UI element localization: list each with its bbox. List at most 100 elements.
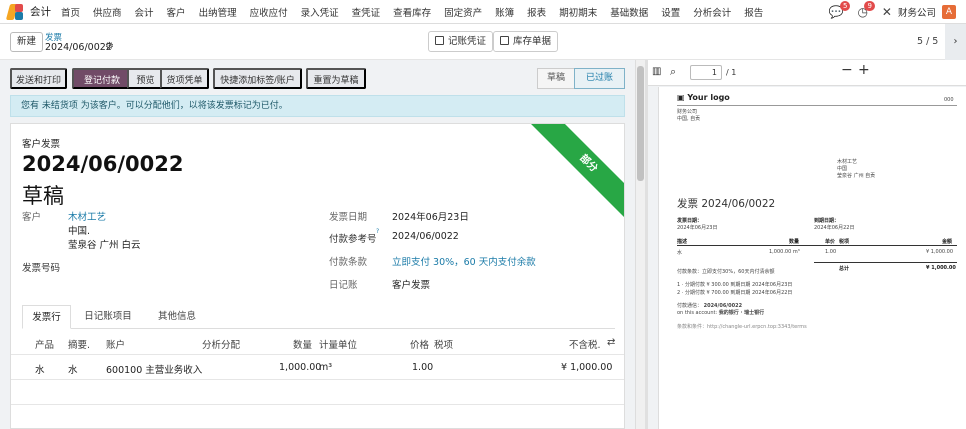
chat-badge: 5: [839, 0, 851, 11]
pdf-page: ▣ Your logo 000 财务公司 中国, 自贡 木材工艺 中国 莹泉谷 …: [658, 87, 966, 429]
menu-item[interactable]: 分析会计: [693, 5, 731, 19]
new-button[interactable]: 新建: [10, 32, 44, 52]
menu-item[interactable]: 录入凭证: [301, 5, 339, 19]
stage-posted[interactable]: 已过账: [574, 68, 625, 89]
column-header[interactable]: 价格: [410, 337, 429, 351]
gear-icon[interactable]: ⚙: [105, 41, 114, 52]
pdf-logo-right: 000: [944, 97, 954, 103]
form-scrollbar[interactable]: [635, 60, 645, 429]
column-header[interactable]: 摘要.: [68, 337, 90, 351]
stock-moves-label: 库存单据: [513, 36, 552, 47]
line-label[interactable]: 水: [68, 362, 78, 376]
pdf-logo-text: Your logo: [687, 93, 730, 102]
menu-item[interactable]: 报表: [527, 5, 546, 19]
customer-address-line: 中国.: [68, 226, 91, 237]
payment-terms-field[interactable]: 立即支付 30%，60 天内支付余款: [392, 254, 536, 268]
menu-item[interactable]: 设置: [661, 5, 680, 19]
journal-field[interactable]: 客户发票: [392, 277, 430, 291]
page-total: / 1: [726, 68, 737, 77]
send-print-button[interactable]: 发送和打印: [10, 68, 67, 89]
line-uom[interactable]: m³: [319, 362, 332, 373]
pdf-col-amount: 金额: [942, 239, 953, 245]
column-header[interactable]: 不含税.: [569, 337, 601, 351]
clock-icon[interactable]: ◷ 9: [857, 0, 875, 19]
chat-icon[interactable]: 💬 5: [828, 0, 851, 19]
line-product[interactable]: 水: [35, 362, 45, 376]
pager-value[interactable]: 5 / 5: [917, 36, 938, 47]
reset-draft-button[interactable]: 重置为草稿: [306, 68, 366, 89]
invoice-date-field[interactable]: 2024年06月23日: [392, 209, 469, 223]
pdf-partner-line: 莹泉谷 广州 自贡: [837, 173, 876, 179]
quick-tag-button[interactable]: 快捷添加标签/账户: [213, 68, 302, 89]
menu-item[interactable]: 报告: [744, 5, 763, 19]
register-payment-button[interactable]: 登记付款: [72, 68, 132, 89]
menu-item[interactable]: 期初期末: [559, 5, 597, 19]
pdf-col-tax: 税项: [839, 239, 850, 245]
column-header[interactable]: 税项: [434, 337, 453, 351]
menu-item[interactable]: 基础数据: [610, 5, 648, 19]
tab-other-info[interactable]: 其他信息: [148, 305, 206, 329]
menu-item[interactable]: 账簿: [495, 5, 514, 19]
zoom-in-icon[interactable]: +: [858, 62, 870, 78]
journal-label: 日记账: [329, 280, 358, 291]
menu-item[interactable]: 出纳管理: [199, 5, 237, 19]
pdf-installment: 1 · 分期付款 ¥ 300.00 到期日期 2024年06月23日: [677, 282, 793, 288]
outstanding-alert[interactable]: 您有 未结货项 为该客户。可以分配他们，以将该发票标记为已付。: [10, 95, 625, 117]
invoice-date-label: 发票日期: [329, 212, 368, 223]
journal-entry-button[interactable]: 记账凭证: [428, 31, 494, 52]
stage-draft[interactable]: 草稿: [537, 68, 575, 89]
menu-item[interactable]: 客户: [167, 5, 186, 19]
app-logo-icon[interactable]: [5, 3, 24, 20]
avatar[interactable]: A: [942, 4, 956, 19]
divider: [814, 262, 957, 263]
customer-field[interactable]: 木材工艺: [68, 209, 106, 223]
tab-invoice-lines[interactable]: 发票行: [22, 305, 71, 329]
preview-button[interactable]: 预览: [127, 68, 164, 89]
menu-item[interactable]: 应收应付: [250, 5, 288, 19]
line-account[interactable]: 600100 主营业务收入: [106, 362, 202, 376]
invoice-form-sheet: 部分 客户发票 2024/06/0022 草稿 客户 木材工艺 中国. 莹泉谷 …: [10, 123, 625, 429]
main-menu: 首页 供应商 会计 客户 出纳管理 应收应付 录入凭证 查凭证 查看库存 固定资…: [61, 5, 776, 19]
invoice-number: 2024/06/0022: [22, 152, 184, 176]
pdf-invoice-date: 2024年06月23日: [677, 225, 718, 231]
divider: [11, 379, 624, 380]
pdf-partner-line: 中国: [837, 166, 848, 172]
pdf-due-date-label: 到期日期：: [814, 218, 840, 224]
pdf-bank-prefix: on this account:: [677, 310, 718, 316]
pdf-row-amount: ¥ 1,000.00: [926, 249, 954, 255]
menu-item[interactable]: 查看库存: [393, 5, 431, 19]
customer-label: 客户: [22, 212, 42, 223]
pdf-title: 发票 2024/06/0022: [677, 198, 776, 210]
tools-icon[interactable]: ✕: [882, 5, 892, 19]
line-quantity[interactable]: 1,000.00: [279, 362, 321, 373]
menu-item[interactable]: 查凭证: [352, 5, 381, 19]
menu-item[interactable]: 首页: [61, 5, 80, 19]
pdf-bank-line: on this account: 我的银行 · 瑞士银行: [677, 309, 764, 316]
list-icon: [500, 36, 509, 45]
column-header[interactable]: 计量单位: [319, 337, 357, 351]
menu-item[interactable]: 固定资产: [444, 5, 482, 19]
payment-ref-field[interactable]: 2024/06/0022: [392, 231, 459, 242]
pdf-company-line: 中国, 自贡: [677, 116, 701, 122]
pdf-partner-line: 木材工艺: [837, 159, 858, 165]
goods-voucher-button[interactable]: 货项凭单: [160, 68, 209, 89]
help-icon[interactable]: ?: [376, 228, 379, 235]
app-name[interactable]: 会计: [30, 4, 51, 19]
column-header[interactable]: 账户: [106, 337, 125, 351]
tab-journal-items[interactable]: 日记账项目: [79, 305, 137, 329]
line-price[interactable]: 1.00: [412, 362, 433, 373]
stock-moves-button[interactable]: 库存单据: [493, 31, 559, 52]
column-header[interactable]: 数量: [293, 337, 312, 351]
chevron-right-icon[interactable]: ›: [945, 24, 966, 60]
column-header[interactable]: 产品: [35, 337, 54, 351]
page-number-input[interactable]: 1: [690, 65, 722, 80]
search-icon[interactable]: ⌕: [670, 65, 676, 79]
menu-item[interactable]: 供应商: [93, 5, 122, 19]
column-header[interactable]: 分析分配: [202, 337, 240, 351]
pdf-total-label: 总计: [839, 266, 850, 272]
menu-item[interactable]: 会计: [135, 5, 154, 19]
company-switcher[interactable]: 财务公司: [898, 5, 936, 19]
sidebar-toggle-icon[interactable]: ▥: [652, 66, 661, 77]
zoom-out-icon[interactable]: −: [841, 62, 853, 78]
column-settings-icon[interactable]: ⇄: [607, 337, 615, 348]
